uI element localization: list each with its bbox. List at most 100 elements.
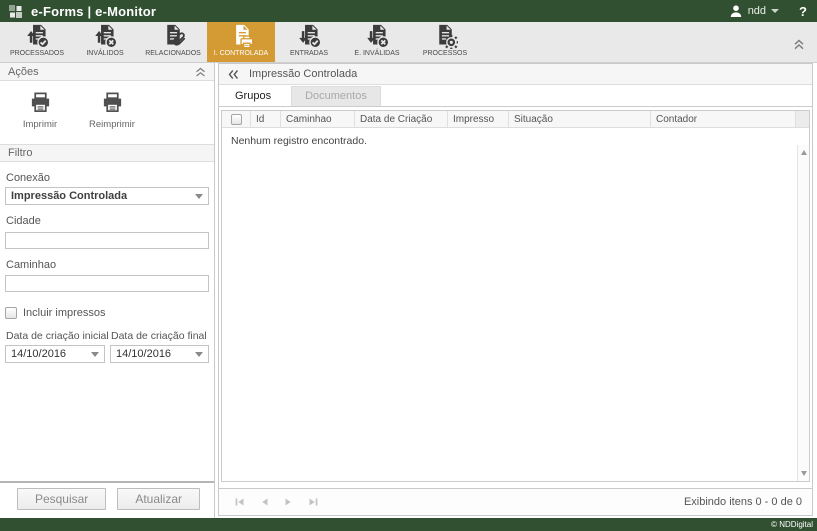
tab-grupos[interactable]: Grupos [222,87,284,106]
date-end-select[interactable]: 14/10/2016 [110,345,209,363]
pagination-status: Exibindo itens 0 - 0 de 0 [684,496,802,508]
help-button[interactable]: ? [799,4,807,19]
tab-processos[interactable]: PROCESSOS [411,22,479,62]
date-end-label: Data de criação final [111,330,209,342]
tab-label: ENTRADAS [290,50,328,57]
connection-value: Impressão Controlada [11,190,127,202]
panel-header: Impressão Controlada [219,64,812,85]
grid-header-spacer [796,111,809,127]
doc-download-check-icon [297,24,322,49]
date-end-value: 14/10/2016 [116,348,171,360]
column-header-situacao[interactable]: Situação [509,111,651,127]
doc-upload-error-icon [93,24,118,49]
filter-title: Filtro [8,147,32,159]
user-menu[interactable]: ndd [729,4,779,18]
app-footer: © NDDigital [0,518,817,531]
next-page-button[interactable] [283,496,295,508]
data-grid: Id Caminhao Data de Criação Impresso Sit… [221,110,810,482]
imprimir-button[interactable]: Imprimir [4,86,76,132]
app-logo-icon [8,4,23,19]
pesquisar-button[interactable]: Pesquisar [17,488,106,510]
tab-entradas[interactable]: ENTRADAS [275,22,343,62]
sidebar: Ações Imprimir [0,63,215,518]
select-all-cell [222,111,251,127]
printer-icon [29,91,52,114]
tab-label: PROCESSADOS [10,50,64,57]
tab-label: E. INVÁLIDAS [354,50,399,57]
include-printed-label: Incluir impressos [23,307,106,319]
truck-input[interactable] [5,275,209,292]
content-area: Ações Imprimir [0,63,817,518]
reimprimir-button[interactable]: Reimprimir [76,86,148,132]
chevron-down-icon [195,352,203,357]
date-start-label: Data de criação inicial [6,330,105,342]
tab-label: I. CONTROLADA [214,50,268,57]
doc-paperclip-icon [161,24,186,49]
sidebar-footer: Pesquisar Atualizar [0,481,214,518]
doc-printer-icon [229,24,254,49]
first-page-button[interactable] [233,496,245,508]
filter-section-header: Filtro [0,144,214,162]
imprimir-label: Imprimir [23,119,57,130]
doc-upload-check-icon [25,24,50,49]
printer-icon [101,91,124,114]
column-header-impresso[interactable]: Impresso [448,111,509,127]
tab-invalidos[interactable]: INVÁLIDOS [71,22,139,62]
toolbar-collapse-icon[interactable] [793,37,805,55]
grid-header: Id Caminhao Data de Criação Impresso Sit… [222,111,809,128]
column-header-contador[interactable]: Contador [651,111,796,127]
grid-body: Nenhum registro encontrado. [222,128,809,481]
tab-i-controlada[interactable]: I. CONTROLADA [207,22,275,62]
last-page-button[interactable] [308,496,320,508]
tab-processados[interactable]: PROCESSADOS [3,22,71,62]
doc-gear-icon [433,24,458,49]
column-header-data-criacao[interactable]: Data de Criação [355,111,448,127]
toolbar: PROCESSADOS INVÁLIDOS RELACIONADOS I. C [0,22,817,63]
city-label: Cidade [6,215,209,227]
copyright-text: © NDDigital [771,520,813,529]
reimprimir-label: Reimprimir [89,119,135,130]
vertical-scrollbar[interactable] [797,145,809,481]
truck-label: Caminhao [6,259,209,271]
city-input[interactable] [5,232,209,249]
filter-body: Conexão Impressão Controlada Cidade Cami… [0,162,214,481]
column-header-id[interactable]: Id [251,111,281,127]
scroll-down-icon[interactable] [801,471,807,476]
date-start-select[interactable]: 14/10/2016 [5,345,105,363]
chevron-down-icon [771,9,779,13]
tab-label: PROCESSOS [423,50,467,57]
include-printed-checkbox[interactable] [5,307,17,319]
pagination-bar: Exibindo itens 0 - 0 de 0 [219,488,812,515]
scroll-up-icon[interactable] [801,150,807,155]
chevron-down-icon [91,352,99,357]
include-printed-row: Incluir impressos [5,307,209,319]
actions-title: Ações [8,66,39,78]
main-panel: Impressão Controlada Grupos Documentos I… [218,63,813,516]
previous-page-button[interactable] [258,496,270,508]
tab-label: INVÁLIDOS [86,50,123,57]
date-start-value: 14/10/2016 [11,348,66,360]
panel-title: Impressão Controlada [249,68,357,80]
connection-select[interactable]: Impressão Controlada [5,187,209,205]
actions-body: Imprimir Reimprimir [0,81,214,144]
collapse-section-icon[interactable] [195,67,206,77]
chevron-down-icon [195,194,203,199]
column-header-caminhao[interactable]: Caminhao [281,111,355,127]
tab-documentos[interactable]: Documentos [291,86,381,106]
doc-download-error-icon [365,24,390,49]
tab-relacionados[interactable]: RELACIONADOS [139,22,207,62]
tab-label: RELACIONADOS [145,50,201,57]
user-name: ndd [748,5,766,17]
collapse-panel-icon[interactable] [228,69,239,80]
app-header: e-Forms | e-Monitor ndd ? [0,0,817,22]
date-range-row: Data de criação inicial 14/10/2016 Data … [5,330,209,363]
atualizar-button[interactable]: Atualizar [117,488,200,510]
panel-tabs: Grupos Documentos [219,85,812,107]
connection-label: Conexão [6,172,209,184]
select-all-checkbox[interactable] [231,114,242,125]
empty-message: Nenhum registro encontrado. [231,135,367,147]
tab-e-invalidas[interactable]: E. INVÁLIDAS [343,22,411,62]
user-icon [729,4,743,18]
app-title: e-Forms | e-Monitor [31,4,156,19]
actions-section-header: Ações [0,63,214,81]
